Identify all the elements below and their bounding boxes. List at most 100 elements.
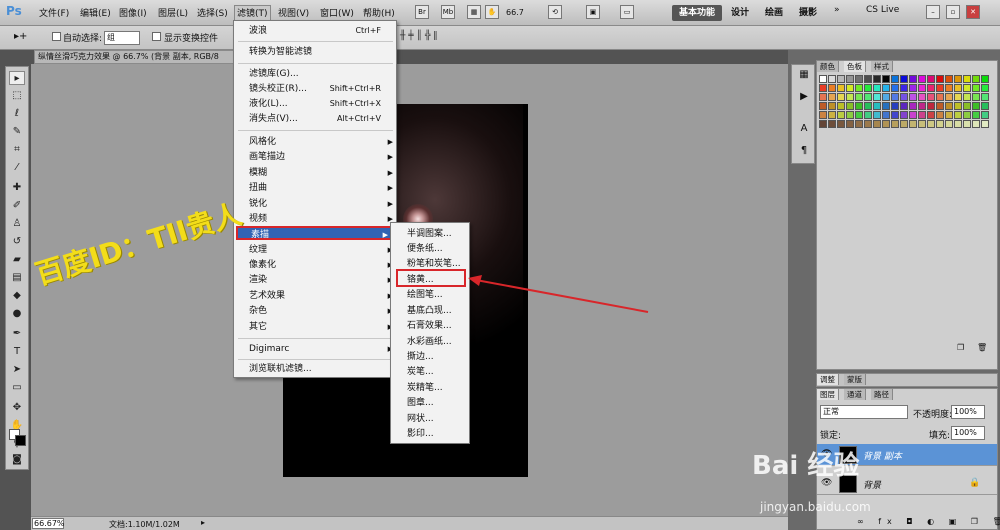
color-swatch[interactable] — [864, 84, 872, 92]
menu-item-blur[interactable]: 模糊 ▶ — [249, 166, 393, 180]
menu-file[interactable]: 文件(F) — [39, 6, 69, 22]
color-swatch[interactable] — [945, 102, 953, 110]
paragraph-panel-icon[interactable]: ¶ — [796, 145, 812, 159]
color-swatch[interactable] — [819, 102, 827, 110]
color-swatch[interactable] — [819, 120, 827, 128]
color-swatch[interactable] — [855, 111, 863, 119]
color-swatch[interactable] — [873, 84, 881, 92]
menu-item-lens-correction[interactable]: 镜头校正(R)... Shift+Ctrl+R — [249, 82, 389, 96]
menu-item-other[interactable]: 其它▶ — [249, 320, 393, 334]
color-swatch[interactable] — [918, 93, 926, 101]
color-swatch[interactable] — [846, 75, 854, 83]
color-swatch[interactable] — [900, 120, 908, 128]
color-swatch[interactable] — [882, 111, 890, 119]
color-swatch[interactable] — [882, 75, 890, 83]
color-swatch[interactable] — [945, 84, 953, 92]
workspace-design[interactable]: 设计 — [731, 5, 749, 21]
color-swatch[interactable] — [972, 75, 980, 83]
type-tool-icon[interactable]: T — [9, 345, 25, 359]
move-tool-icon[interactable]: ▸ — [9, 71, 25, 85]
close-icon[interactable]: ✕ — [966, 5, 980, 19]
color-swatch[interactable] — [864, 93, 872, 101]
zoom-level[interactable]: 66.7 — [506, 8, 524, 17]
color-swatch[interactable] — [837, 93, 845, 101]
menu-item-vanishing-point[interactable]: 消失点(V)... Alt+Ctrl+V — [249, 112, 389, 126]
auto-select-dropdown[interactable]: 组 — [104, 31, 140, 45]
color-swatch[interactable] — [981, 102, 989, 110]
shape-tool-icon[interactable]: ▭ — [9, 381, 25, 395]
color-swatch[interactable] — [837, 84, 845, 92]
color-swatch[interactable] — [873, 120, 881, 128]
color-swatch[interactable] — [954, 120, 962, 128]
color-swatch[interactable] — [819, 93, 827, 101]
layer-footer-icons[interactable]: ∞ fx ◘ ◐ ▣ ❐ 🗑 — [857, 517, 1000, 526]
color-swatch[interactable] — [963, 102, 971, 110]
color-swatch[interactable] — [846, 84, 854, 92]
character-panel-icon[interactable]: A — [796, 123, 812, 137]
restore-icon[interactable]: ▫ — [946, 5, 960, 19]
submenu-item-bas-relief[interactable]: 基底凸现... — [407, 304, 467, 318]
color-swatch[interactable] — [909, 102, 917, 110]
color-swatch[interactable] — [900, 102, 908, 110]
tab-swatches[interactable]: 色板 — [844, 61, 866, 72]
bridge-icon[interactable]: Br — [415, 5, 429, 19]
submenu-item-reticulation[interactable]: 网状... — [407, 412, 467, 426]
menu-item-stylize[interactable]: 风格化 ▶ — [249, 135, 393, 149]
color-swatch[interactable] — [945, 120, 953, 128]
menu-item-filter-gallery[interactable]: 滤镜库(G)... — [249, 67, 389, 81]
menu-item-texture[interactable]: 纹理▶ — [249, 243, 393, 257]
document-tab[interactable]: 纵情丝滑巧克力效果 @ 66.7% (背景 副本, RGB/8 — [34, 50, 234, 64]
color-swatch[interactable] — [972, 84, 980, 92]
color-swatch[interactable] — [927, 120, 935, 128]
color-swatch[interactable] — [864, 102, 872, 110]
color-swatch[interactable] — [819, 84, 827, 92]
delete-swatch-icon[interactable]: 🗑 — [977, 343, 987, 352]
menu-item-liquify[interactable]: 液化(L)... Shift+Ctrl+X — [249, 97, 389, 111]
menu-item-digimarc[interactable]: Digimarc▶ — [249, 342, 393, 356]
color-swatch[interactable] — [918, 111, 926, 119]
color-swatch[interactable] — [900, 93, 908, 101]
color-swatch[interactable] — [936, 84, 944, 92]
screen-mode-icon[interactable]: ▭ — [620, 5, 634, 19]
pen-tool-icon[interactable]: ✒ — [9, 327, 25, 341]
color-swatch[interactable] — [828, 102, 836, 110]
quick-select-tool-icon[interactable]: ✎ — [9, 125, 25, 139]
color-swatch[interactable] — [963, 93, 971, 101]
color-swatch[interactable] — [909, 93, 917, 101]
color-swatch[interactable] — [891, 75, 899, 83]
submenu-item-plaster[interactable]: 石膏效果... — [407, 319, 467, 333]
color-swatch[interactable] — [828, 84, 836, 92]
color-swatch[interactable] — [900, 75, 908, 83]
tab-masks[interactable]: 蒙版 — [844, 374, 866, 385]
grid-icon[interactable]: ▦ — [467, 5, 481, 19]
menu-filter[interactable]: 滤镜(T) — [234, 5, 271, 21]
color-swatch[interactable] — [909, 111, 917, 119]
path-select-tool-icon[interactable]: ➤ — [9, 363, 25, 377]
swatch-grid[interactable] — [819, 75, 995, 135]
color-swatch[interactable] — [882, 120, 890, 128]
color-swatch[interactable] — [873, 75, 881, 83]
color-swatch[interactable] — [909, 75, 917, 83]
minibridge-icon[interactable]: Mb — [441, 5, 455, 19]
color-swatch[interactable] — [846, 102, 854, 110]
color-swatch[interactable] — [891, 120, 899, 128]
more-workspaces-icon[interactable]: » — [834, 5, 840, 21]
submenu-item-water-paper[interactable]: 水彩画纸... — [407, 335, 467, 349]
eraser-tool-icon[interactable]: ▰ — [9, 253, 25, 267]
color-swatch[interactable] — [972, 111, 980, 119]
color-swatch[interactable] — [828, 75, 836, 83]
color-swatch[interactable] — [981, 75, 989, 83]
color-swatch[interactable] — [882, 102, 890, 110]
color-swatch[interactable] — [837, 111, 845, 119]
menu-item-render[interactable]: 渲染▶ — [249, 273, 393, 287]
color-swatch[interactable] — [855, 75, 863, 83]
color-swatch[interactable] — [900, 84, 908, 92]
color-swatch[interactable] — [954, 84, 962, 92]
color-swatch[interactable] — [846, 120, 854, 128]
color-swatch[interactable] — [828, 120, 836, 128]
lasso-tool-icon[interactable]: ℓ — [9, 107, 25, 121]
tab-channels[interactable]: 通道 — [844, 389, 866, 400]
color-swatch[interactable] — [936, 75, 944, 83]
brush-tool-icon[interactable]: ✐ — [9, 199, 25, 213]
blur-tool-icon[interactable]: ◆ — [9, 289, 25, 303]
